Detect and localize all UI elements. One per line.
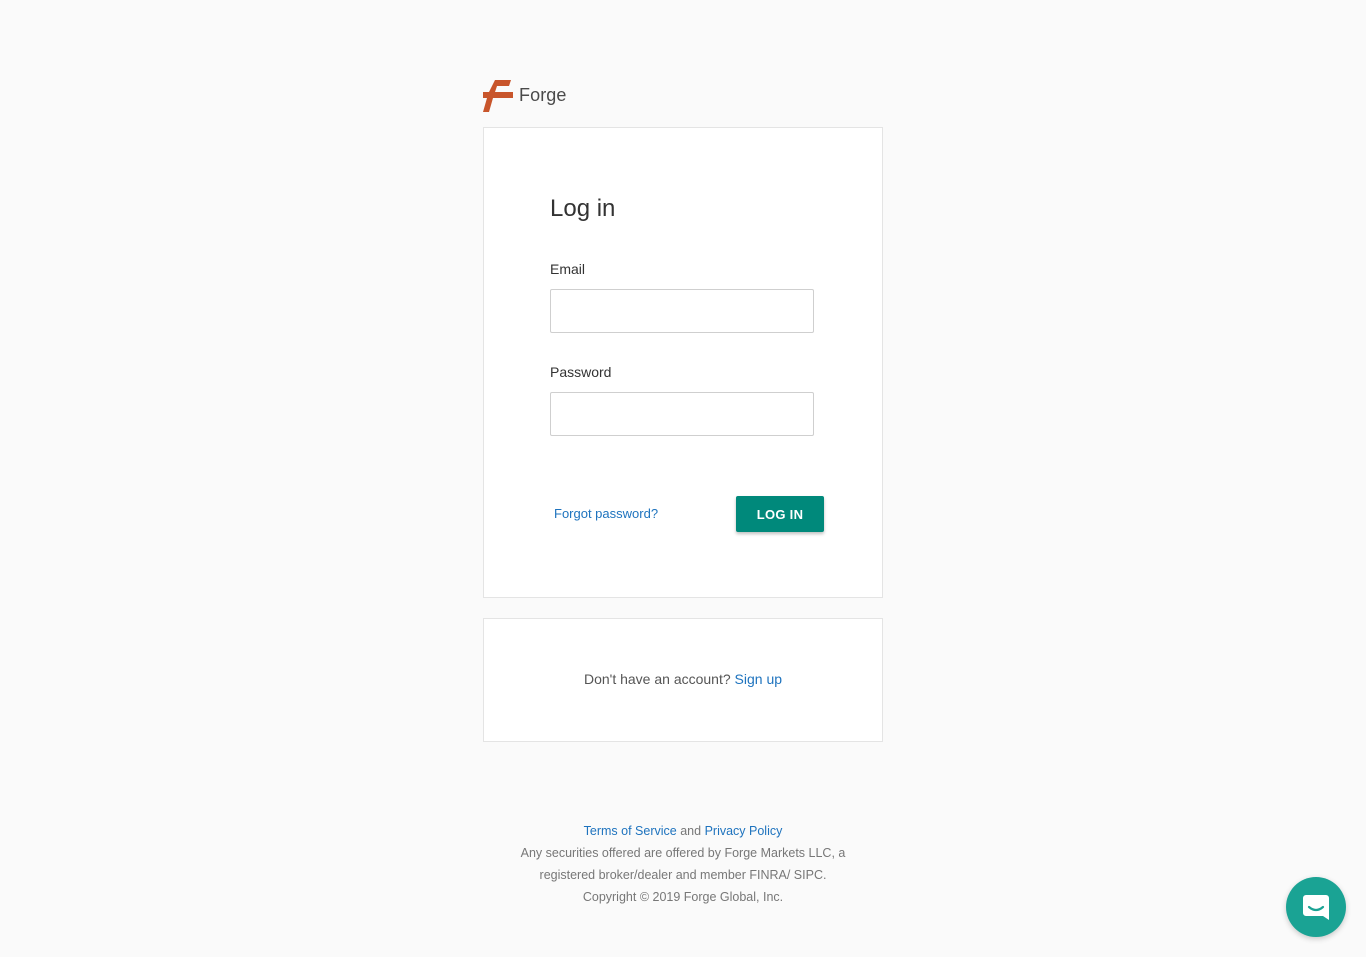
login-card: Log in Email Password Forgot password? L…	[483, 127, 883, 598]
brand-name: Forge	[519, 84, 567, 105]
terms-of-service-link[interactable]: Terms of Service	[584, 824, 677, 838]
disclaimer-line-1: Any securities offered are offered by Fo…	[520, 846, 846, 860]
and-text: and	[680, 824, 702, 838]
legal-links: Terms of Service and Privacy Policy	[483, 820, 883, 842]
disclaimer-line-2: registered broker/dealer and member FINR…	[539, 868, 827, 882]
chat-bubble-icon	[1303, 895, 1329, 920]
forge-logo-icon	[483, 80, 513, 112]
email-field[interactable]	[550, 289, 814, 333]
password-label: Password	[550, 364, 612, 380]
footer: Terms of Service and Privacy Policy Any …	[483, 820, 883, 908]
signup-prompt-line: Don't have an account? Sign up	[484, 671, 882, 687]
page-title: Log in	[550, 195, 616, 222]
login-button[interactable]: LOG IN	[736, 496, 824, 532]
email-label: Email	[550, 261, 586, 277]
signup-link[interactable]: Sign up	[735, 671, 782, 687]
copyright: Copyright © 2019 Forge Global, Inc.	[582, 890, 784, 904]
privacy-policy-link[interactable]: Privacy Policy	[705, 824, 783, 838]
chat-widget-button[interactable]	[1286, 877, 1346, 937]
logo-area: Forge	[483, 76, 883, 114]
forgot-password-link[interactable]: Forgot password?	[554, 506, 658, 521]
brand-logo[interactable]: Forge	[483, 76, 883, 114]
password-field[interactable]	[550, 392, 814, 436]
signup-card: Don't have an account? Sign up	[483, 618, 883, 742]
signup-prompt: Don't have an account?	[583, 671, 731, 687]
